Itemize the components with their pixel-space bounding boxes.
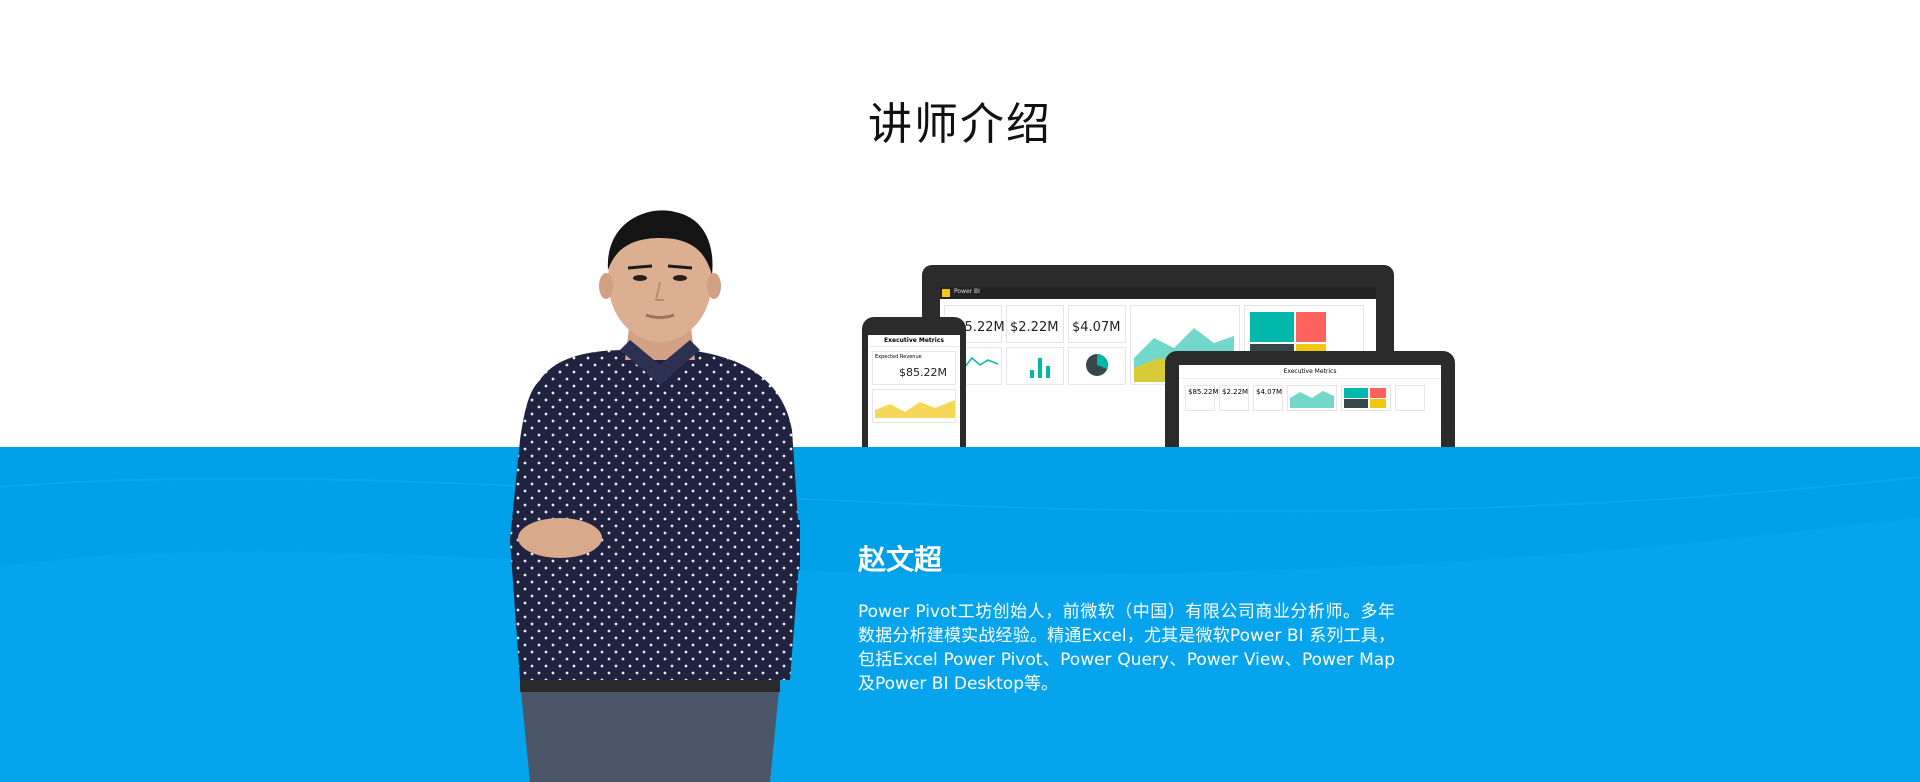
tablet-screen: Executive Metrics $85.22M $2.22M $4.07M <box>1179 365 1441 447</box>
area-chart-thumbnail <box>1290 391 1334 408</box>
phone-kpi-label: Expected Revenue <box>875 354 922 360</box>
bar-thumbnail <box>1030 358 1050 378</box>
phone-mockup: Executive Metrics Expected Revenue $85.2… <box>862 317 966 447</box>
phone-chart-thumbnail <box>875 400 955 418</box>
tablet-title: Executive Metrics <box>1179 365 1441 379</box>
phone-kpi-value: $85.22M <box>899 366 947 379</box>
tablet-tiles: $85.22M $2.22M $4.07M <box>1179 379 1441 417</box>
powerbi-logo-icon <box>942 289 950 297</box>
page: 讲师介绍 Power BI $85.22M $2.22M $4.07M Exec… <box>0 0 1920 782</box>
phone-screen: Executive Metrics Expected Revenue $85.2… <box>868 335 960 447</box>
phone-title: Executive Metrics <box>868 335 960 347</box>
kpi-tile: $2.22M <box>1006 305 1064 343</box>
kpi-value: $4.07M <box>1072 320 1121 335</box>
kpi-value: $2.22M <box>1010 320 1059 335</box>
powerbi-topbar: Power BI <box>940 287 1376 299</box>
kpi-tile: $4.07M <box>1068 305 1126 343</box>
instructor-photo <box>510 210 800 782</box>
phone-chart-tile <box>872 389 956 423</box>
tablet-mockup: Executive Metrics $85.22M $2.22M $4.07M <box>1165 351 1455 447</box>
treemap-tile <box>1341 385 1391 411</box>
pie-tile <box>1068 347 1126 385</box>
kpi-tile: $4.07M <box>1253 385 1283 411</box>
pie-thumbnail <box>1086 354 1108 376</box>
kpi-tile: $85.22M <box>1185 385 1219 411</box>
instructor-name: 赵文超 <box>858 543 943 576</box>
kpi-tile: $2.22M <box>1219 385 1249 411</box>
device-mockups: Power BI $85.22M $2.22M $4.07M Executive… <box>0 0 1920 447</box>
legend-tile <box>1395 385 1425 411</box>
instructor-bio: Power Pivot工坊创始人，前微软（中国）有限公司商业分析师。多年数据分析… <box>858 602 1395 694</box>
treemap-thumbnail <box>1344 388 1386 408</box>
area-chart-tile <box>1287 385 1337 411</box>
phone-kpi-tile: Expected Revenue $85.22M <box>872 351 956 385</box>
bar-tile <box>1006 347 1064 385</box>
powerbi-app-name: Power BI <box>954 288 980 295</box>
